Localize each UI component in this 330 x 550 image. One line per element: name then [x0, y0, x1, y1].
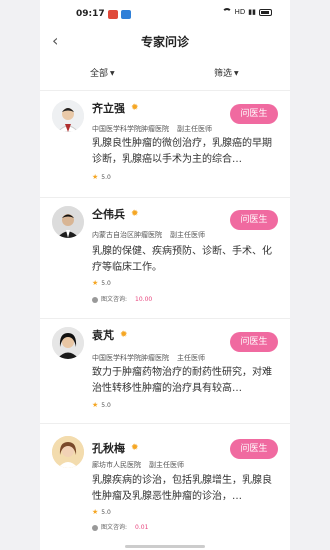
doctor-name: 袁芃: [92, 329, 114, 342]
battery-icon: [259, 8, 272, 16]
doctor-rating: ★ 5.0: [92, 173, 111, 181]
doctor-description: 乳腺的保健、疾病预防、诊断、手术、化疗等临床工作。: [92, 246, 272, 273]
caret-down-icon: ▼: [110, 70, 115, 77]
doctor-meta: 中国医学科学院肿瘤医院 副主任医师: [92, 124, 212, 134]
consult-price: 0.01: [135, 524, 149, 531]
caret-down-icon: ▼: [234, 70, 239, 77]
doctor-meta: 廊坊市人民医院 副主任医师: [92, 460, 184, 470]
rating-value: 5.0: [101, 402, 111, 409]
consult-label: 图文咨询:: [101, 524, 128, 531]
doctor-card[interactable]: 袁芃 ✹ 问医生 中国医学科学院肿瘤医院 主任医师 致力于肿瘤药物治疗的耐药性研究…: [40, 319, 290, 424]
wifi-icon: [221, 8, 232, 16]
doctor-avatar: [52, 100, 84, 132]
filter-bar: 全部 ▼ 筛选 ▼: [40, 56, 290, 91]
signal-icon: ▮▮: [248, 8, 256, 16]
consult-label: 图文咨询:: [101, 296, 128, 303]
consult-price-row: 图文咨询: 10.00: [92, 294, 152, 303]
doctor-hospital: 廊坊市人民医院: [92, 461, 141, 469]
doctor-rating: ★ 5.0: [92, 401, 111, 409]
doctor-name-row: 仝伟兵 ✹: [92, 206, 139, 222]
doctor-avatar: [52, 206, 84, 238]
doctor-card[interactable]: 仝伟兵 ✹ 问医生 内蒙古自治区肿瘤医院 副主任医师 乳腺的保健、疾病预防、诊断、…: [40, 198, 290, 319]
star-icon: ★: [92, 508, 99, 516]
status-icons: HD ▮▮: [221, 8, 272, 16]
doctor-avatar: [52, 436, 84, 468]
network-label: HD: [234, 8, 246, 16]
star-icon: ★: [92, 401, 99, 409]
doctor-rating: ★ 5.0: [92, 279, 111, 287]
filter-all-dropdown[interactable]: 全部 ▼: [90, 66, 115, 79]
star-icon: ★: [92, 279, 99, 287]
rating-value: 5.0: [101, 174, 111, 181]
chat-icon: [92, 524, 98, 531]
filter-screen-dropdown[interactable]: 筛选 ▼: [214, 66, 239, 79]
rating-value: 5.0: [101, 280, 111, 287]
ask-doctor-button[interactable]: 问医生: [230, 104, 278, 124]
doctor-rating: ★ 5.0: [92, 508, 111, 516]
doctor-name: 齐立强: [92, 102, 125, 115]
doctor-name-row: 孔秋梅 ✹: [92, 440, 139, 456]
consult-price: 10.00: [135, 296, 153, 303]
doctor-meta: 内蒙古自治区肿瘤医院 副主任医师: [92, 230, 205, 240]
notification-app-icon: [121, 10, 131, 19]
doctor-title: 副主任医师: [149, 461, 184, 469]
status-time: 09:17: [76, 9, 105, 19]
doctor-hospital: 中国医学科学院肿瘤医院: [92, 354, 169, 362]
doctor-name: 孔秋梅: [92, 442, 125, 455]
filter-all-label: 全部: [90, 69, 109, 79]
doctor-name: 仝伟兵: [92, 208, 125, 221]
doctor-hospital: 内蒙古自治区肿瘤医院: [92, 231, 162, 239]
doctor-meta: 中国医学科学院肿瘤医院 主任医师: [92, 353, 205, 363]
star-badge-icon: ✹: [131, 443, 139, 453]
doctor-title: 副主任医师: [170, 231, 205, 239]
star-icon: ★: [92, 173, 99, 181]
doctor-card[interactable]: 孔秋梅 ✹ 问医生 廊坊市人民医院 副主任医师 乳腺疾病的诊治，包括乳腺增生，乳腺…: [40, 424, 290, 550]
doctor-title: 主任医师: [177, 354, 205, 362]
chat-icon: [92, 296, 98, 303]
doctor-title: 副主任医师: [177, 125, 212, 133]
doctor-name-row: 袁芃 ✹: [92, 327, 128, 343]
home-indicator: [125, 545, 205, 548]
rating-value: 5.0: [101, 509, 111, 516]
status-bar: 09:17 HD ▮▮: [40, 0, 290, 30]
star-badge-icon: ✹: [131, 209, 139, 219]
doctor-name-row: 齐立强 ✹: [92, 100, 139, 116]
filter-screen-label: 筛选: [214, 69, 233, 79]
doctor-hospital: 中国医学科学院肿瘤医院: [92, 125, 169, 133]
page-title: 专家问诊: [140, 35, 189, 49]
doctor-card[interactable]: 齐立强 ✹ 问医生 中国医学科学院肿瘤医院 副主任医师 乳腺良性肿瘤的微创治疗，乳…: [40, 92, 290, 198]
star-badge-icon: ✹: [131, 103, 139, 113]
notification-app-icon: [108, 10, 118, 19]
phone-screen: 09:17 HD ▮▮ ‹ 专家问诊 全部 ▼ 筛选 ▼ 齐立强 ✹ 问医生 中…: [40, 0, 290, 550]
consult-price-row: 图文咨询: 0.01: [92, 522, 148, 531]
ask-doctor-button[interactable]: 问医生: [230, 439, 278, 459]
doctor-avatar: [52, 327, 84, 359]
ask-doctor-button[interactable]: 问医生: [230, 332, 278, 352]
doctor-description: 乳腺疾病的诊治，包括乳腺增生，乳腺良性肿瘤及乳腺恶性肿瘤的诊治，…: [92, 475, 272, 502]
doctor-description: 乳腺良性肿瘤的微创治疗，乳腺癌的早期诊断，乳腺癌以手术为主的综合…: [92, 138, 272, 165]
doctor-description: 致力于肿瘤药物治疗的耐药性研究，对难治性转移性肿瘤的治疗具有较高…: [92, 367, 272, 394]
ask-doctor-button[interactable]: 问医生: [230, 210, 278, 230]
star-badge-icon: ✹: [120, 330, 128, 340]
nav-bar: ‹ 专家问诊: [40, 30, 290, 56]
